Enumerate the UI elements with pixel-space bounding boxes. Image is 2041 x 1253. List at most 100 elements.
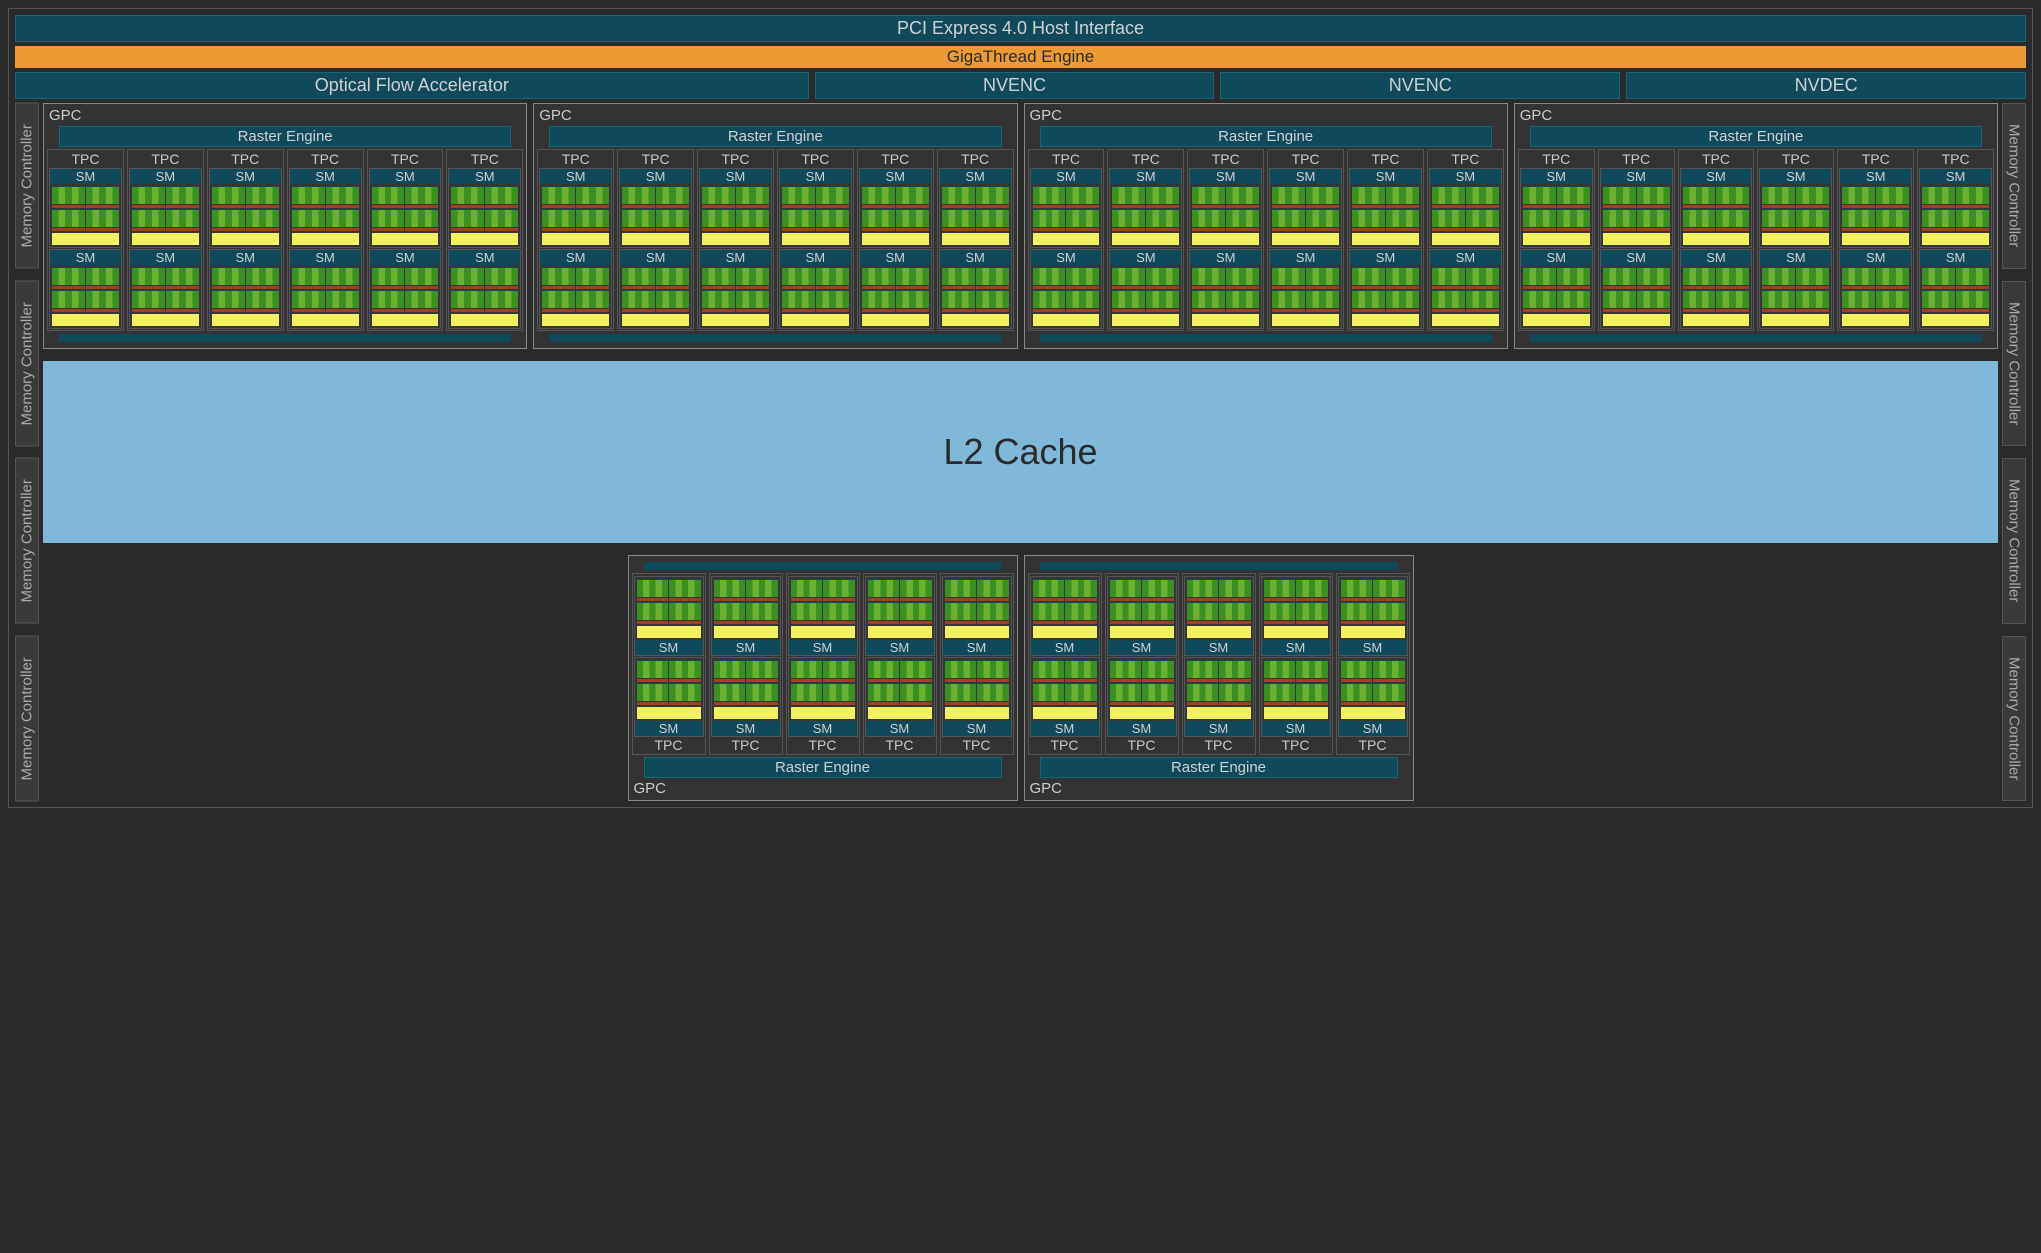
sm: SM: [1919, 249, 1992, 329]
sm-label: SM: [1339, 721, 1407, 736]
sm: SM: [1839, 249, 1912, 329]
tpc: TPCSMSM: [127, 149, 204, 331]
gpc: GPCRaster EngineTPCSMSMTPCSMSMTPCSMSMTPC…: [43, 103, 527, 349]
sm-label: SM: [1339, 640, 1407, 655]
tpc: SMSMTPC: [1182, 573, 1256, 755]
sm-label: SM: [860, 169, 931, 184]
sm: SM: [1189, 168, 1262, 248]
sm-label: SM: [449, 169, 520, 184]
tpc-label: TPC: [1030, 737, 1100, 753]
main-layout: Memory Controller Memory Controller Memory…: [15, 103, 2026, 801]
gpc-row-bottom: SMSMTPCSMSMTPCSMSMTPCSMSMTPCSMSMTPCRaste…: [43, 555, 1998, 801]
tpc-label: TPC: [1261, 737, 1331, 753]
tpc-label: TPC: [1520, 151, 1593, 167]
tpc: SMSMTPC: [1259, 573, 1333, 755]
sm-label: SM: [620, 169, 691, 184]
tpc: SMSMTPC: [709, 573, 783, 755]
sm-label: SM: [1031, 640, 1099, 655]
sm: SM: [49, 249, 122, 329]
sm: SM: [634, 657, 704, 737]
sm-label: SM: [943, 640, 1011, 655]
sm: SM: [1759, 249, 1832, 329]
tpc: TPCSMSM: [1347, 149, 1424, 331]
tpc: TPCSMSM: [1107, 149, 1184, 331]
sm: SM: [1759, 168, 1832, 248]
tpc: TPCSMSM: [47, 149, 124, 331]
sm-label: SM: [1262, 640, 1330, 655]
sm-label: SM: [712, 640, 780, 655]
sm-label: SM: [620, 250, 691, 265]
sm-label: SM: [290, 169, 361, 184]
tpc: SMSMTPC: [863, 573, 937, 755]
sm: SM: [1429, 168, 1502, 248]
tpc-label: TPC: [1839, 151, 1912, 167]
tpc: TPCSMSM: [1518, 149, 1595, 331]
gpc-label: GPC: [1028, 107, 1504, 124]
sm-label: SM: [1185, 640, 1253, 655]
tpc: SMSMTPC: [1028, 573, 1102, 755]
tpc-label: TPC: [289, 151, 362, 167]
memory-controller: Memory Controller: [15, 458, 39, 624]
sm: SM: [859, 168, 932, 248]
sm-label: SM: [700, 250, 771, 265]
memory-controller: Memory Controller: [2002, 636, 2026, 802]
sm-label: SM: [1601, 169, 1672, 184]
sm: SM: [1839, 168, 1912, 248]
sm-label: SM: [1430, 250, 1501, 265]
memory-controller: Memory Controller: [15, 103, 39, 269]
sm: SM: [129, 249, 202, 329]
tpc-label: TPC: [209, 151, 282, 167]
sm: SM: [711, 576, 781, 656]
raster-engine: Raster Engine: [1040, 757, 1398, 778]
sm-label: SM: [1108, 640, 1176, 655]
sm: SM: [129, 168, 202, 248]
tpc-label: TPC: [619, 151, 692, 167]
tpc: TPCSMSM: [777, 149, 854, 331]
gpu-chip-diagram: PCI Express 4.0 Host Interface GigaThrea…: [8, 8, 2033, 808]
tpc-label: TPC: [1680, 151, 1753, 167]
sm: SM: [289, 249, 362, 329]
memory-controller: Memory Controller: [2002, 458, 2026, 624]
polymorph-engine: [644, 562, 1002, 570]
sm: SM: [289, 168, 362, 248]
polymorph-engine: [59, 334, 511, 342]
sm-label: SM: [50, 169, 121, 184]
sm: SM: [1261, 576, 1331, 656]
sm-label: SM: [540, 169, 611, 184]
tpc: TPCSMSM: [857, 149, 934, 331]
polymorph-engine: [1530, 334, 1982, 342]
sm-label: SM: [1681, 169, 1752, 184]
sm: SM: [1107, 657, 1177, 737]
tpc-label: TPC: [865, 737, 935, 753]
gpc-label: GPC: [537, 107, 1013, 124]
sm: SM: [1107, 576, 1177, 656]
sm-label: SM: [1031, 721, 1099, 736]
sm-label: SM: [50, 250, 121, 265]
sm-label: SM: [290, 250, 361, 265]
sm-label: SM: [940, 250, 1011, 265]
tpc: SMSMTPC: [786, 573, 860, 755]
polymorph-engine: [549, 334, 1001, 342]
pcie-interface: PCI Express 4.0 Host Interface: [15, 15, 2026, 42]
sm: SM: [209, 168, 282, 248]
sm-label: SM: [1521, 169, 1592, 184]
sm: SM: [1349, 249, 1422, 329]
tpc-label: TPC: [942, 737, 1012, 753]
sm: SM: [1030, 657, 1100, 737]
gpc-label: GPC: [47, 107, 523, 124]
sm-label: SM: [943, 721, 1011, 736]
sm: SM: [1030, 249, 1103, 329]
gpc: SMSMTPCSMSMTPCSMSMTPCSMSMTPCSMSMTPCRaste…: [1024, 555, 1414, 801]
tpc: TPCSMSM: [446, 149, 523, 331]
tpc: TPCSMSM: [1187, 149, 1264, 331]
sm: SM: [1919, 168, 1992, 248]
polymorph-engine: [1040, 562, 1398, 570]
sm: SM: [1429, 249, 1502, 329]
sm-label: SM: [1110, 169, 1181, 184]
tpc: TPCSMSM: [367, 149, 444, 331]
sm: SM: [779, 168, 852, 248]
tpc-label: TPC: [129, 151, 202, 167]
sm-label: SM: [789, 721, 857, 736]
sm: SM: [1338, 576, 1408, 656]
tpc-label: TPC: [788, 737, 858, 753]
